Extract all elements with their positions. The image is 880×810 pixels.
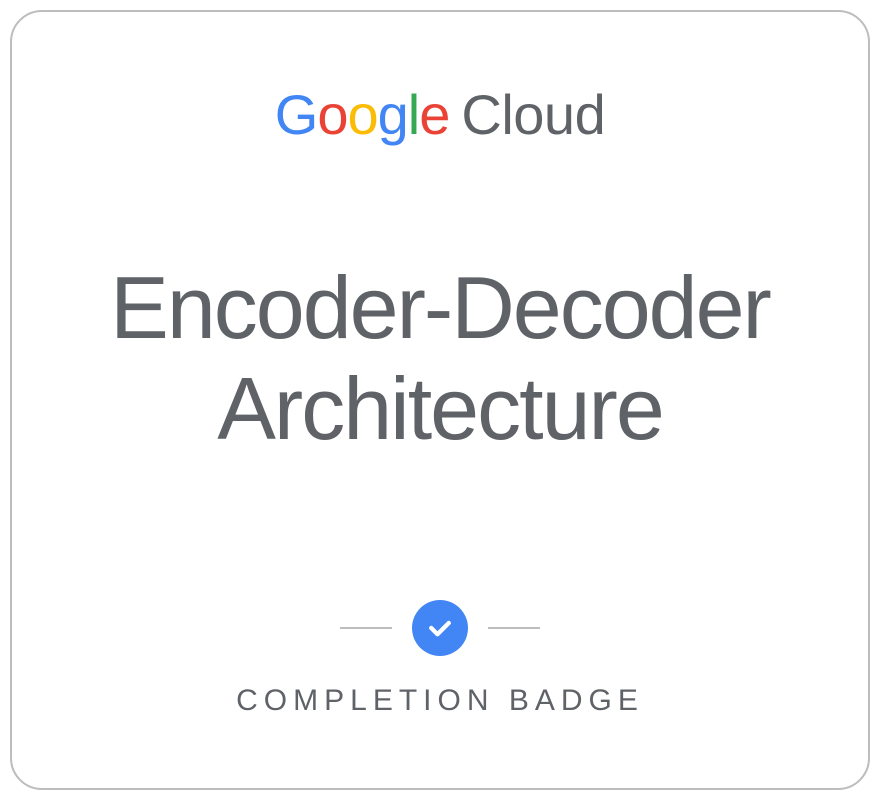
completion-label: COMPLETION BADGE: [236, 684, 644, 718]
checkmark-icon: [412, 600, 468, 656]
brand-logo: Google Cloud: [275, 82, 605, 147]
course-title: Encoder-Decoder Architecture: [52, 257, 828, 459]
divider-line-right: [488, 627, 540, 629]
badge-card: Google Cloud Encoder-Decoder Architectur…: [10, 10, 870, 790]
badge-footer: COMPLETION BADGE: [236, 600, 644, 738]
google-wordmark: Google: [275, 82, 450, 147]
product-name: Cloud: [461, 82, 605, 147]
divider-line-left: [340, 627, 392, 629]
check-divider: [340, 600, 540, 656]
